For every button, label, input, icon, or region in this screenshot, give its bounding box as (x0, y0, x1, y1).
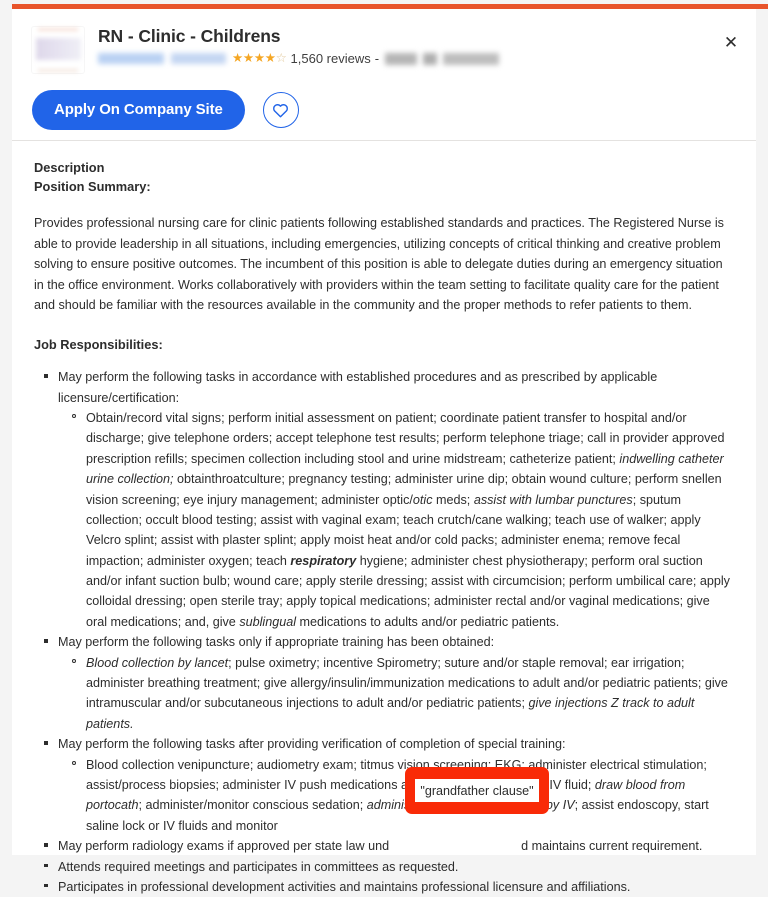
responsibilities-sublist: Obtain/record vital signs; perform initi… (58, 408, 734, 632)
close-icon[interactable]: ✕ (716, 27, 746, 57)
list-item: Blood collection venipuncture; audiometr… (72, 755, 734, 837)
list-item: May perform the following tasks only if … (44, 632, 734, 735)
job-header-text: RN - Clinic - Childrens ★★★★☆ 1,560 revi… (98, 25, 736, 65)
company-link-redacted[interactable] (171, 53, 226, 64)
job-header-actions: Apply On Company Site (32, 90, 736, 130)
company-meta-row: ★★★★☆ 1,560 reviews - (98, 52, 736, 65)
responsibilities-sublist: Blood collection by lancet; pulse oximet… (58, 653, 734, 735)
sub-text-emphasis: otic (412, 492, 433, 507)
meta-separator: - (374, 51, 380, 66)
job-detail-page: ✕ RN - Clinic - Childrens ★★★★☆ 1,560 re… (0, 0, 768, 894)
sub-text-emphasis: sublingual (239, 614, 297, 629)
sub-text-part: ; administer/monitor conscious sedation; (138, 798, 367, 813)
bullet-text: May perform the following tasks in accor… (58, 370, 658, 405)
description-label: Description (34, 160, 105, 175)
apply-on-company-site-button[interactable]: Apply On Company Site (32, 90, 245, 130)
sub-text-strong-emphasis: respiratory (290, 553, 357, 568)
location-redacted-b (423, 52, 438, 65)
company-logo (32, 27, 84, 73)
list-item: Participates in professional development… (44, 877, 734, 897)
star-filled-1: ★ (232, 51, 243, 66)
job-detail-card: ✕ RN - Clinic - Childrens ★★★★☆ 1,560 re… (12, 9, 756, 894)
logo-blur-bottom (38, 69, 78, 72)
sub-text-emphasis: assist with lumbar punctures (473, 492, 633, 507)
responsibilities-list: May perform the following tasks in accor… (34, 367, 734, 897)
job-header: ✕ RN - Clinic - Childrens ★★★★☆ 1,560 re… (12, 9, 756, 141)
bullet-text: d maintains current requirement. (521, 839, 703, 854)
grandfather-clause-annotation: "grandfather clause" (415, 779, 539, 802)
company-name-redacted[interactable] (98, 53, 164, 64)
star-empty-5: ☆ (275, 51, 287, 66)
save-job-button[interactable] (262, 92, 299, 128)
job-header-top: RN - Clinic - Childrens ★★★★☆ 1,560 revi… (32, 25, 736, 73)
star-filled-4: ★ (264, 51, 276, 66)
logo-blur-top (38, 28, 78, 31)
rating-stars[interactable]: ★★★★☆ (232, 52, 287, 65)
logo-blur-middle (36, 38, 81, 60)
job-description-body: Description Position Summary: Provides p… (12, 141, 756, 897)
bullet-text: May perform the following tasks only if … (58, 635, 495, 650)
bullet-text: Attends required meetings and participat… (58, 859, 459, 874)
job-responsibilities-label: Job Responsibilities: (34, 337, 163, 353)
position-summary-label: Position Summary: (34, 179, 151, 195)
sub-text-emphasis: Blood collection by lancet (86, 655, 229, 670)
sub-text-part: medications to adults and/or pediatric p… (296, 614, 560, 629)
position-summary-text: Provides professional nursing care for c… (34, 216, 724, 312)
list-item: May perform radiology exams if approved … (44, 836, 734, 856)
bullet-text: Participates in professional development… (58, 879, 631, 894)
list-item: Obtain/record vital signs; perform initi… (72, 408, 734, 632)
heart-icon (273, 104, 289, 118)
list-item: May perform the following tasks after pr… (44, 734, 734, 837)
location-redacted-c (443, 52, 500, 65)
star-filled-3: ★ (253, 51, 265, 66)
sub-text-part: meds; (432, 492, 474, 507)
list-item: Attends required meetings and participat… (44, 857, 734, 877)
list-item: Blood collection by lancet; pulse oximet… (72, 653, 734, 735)
page-title: RN - Clinic - Childrens (98, 26, 281, 46)
location-redacted-a (385, 52, 418, 65)
bullet-text: May perform radiology exams if approved … (58, 839, 390, 854)
list-item: May perform the following tasks in accor… (44, 367, 734, 632)
bullet-text: May perform the following tasks after pr… (58, 737, 566, 752)
star-filled-2: ★ (242, 51, 254, 66)
responsibilities-sublist: Blood collection venipuncture; audiometr… (58, 755, 734, 837)
reviews-count[interactable]: 1,560 reviews (291, 52, 371, 65)
